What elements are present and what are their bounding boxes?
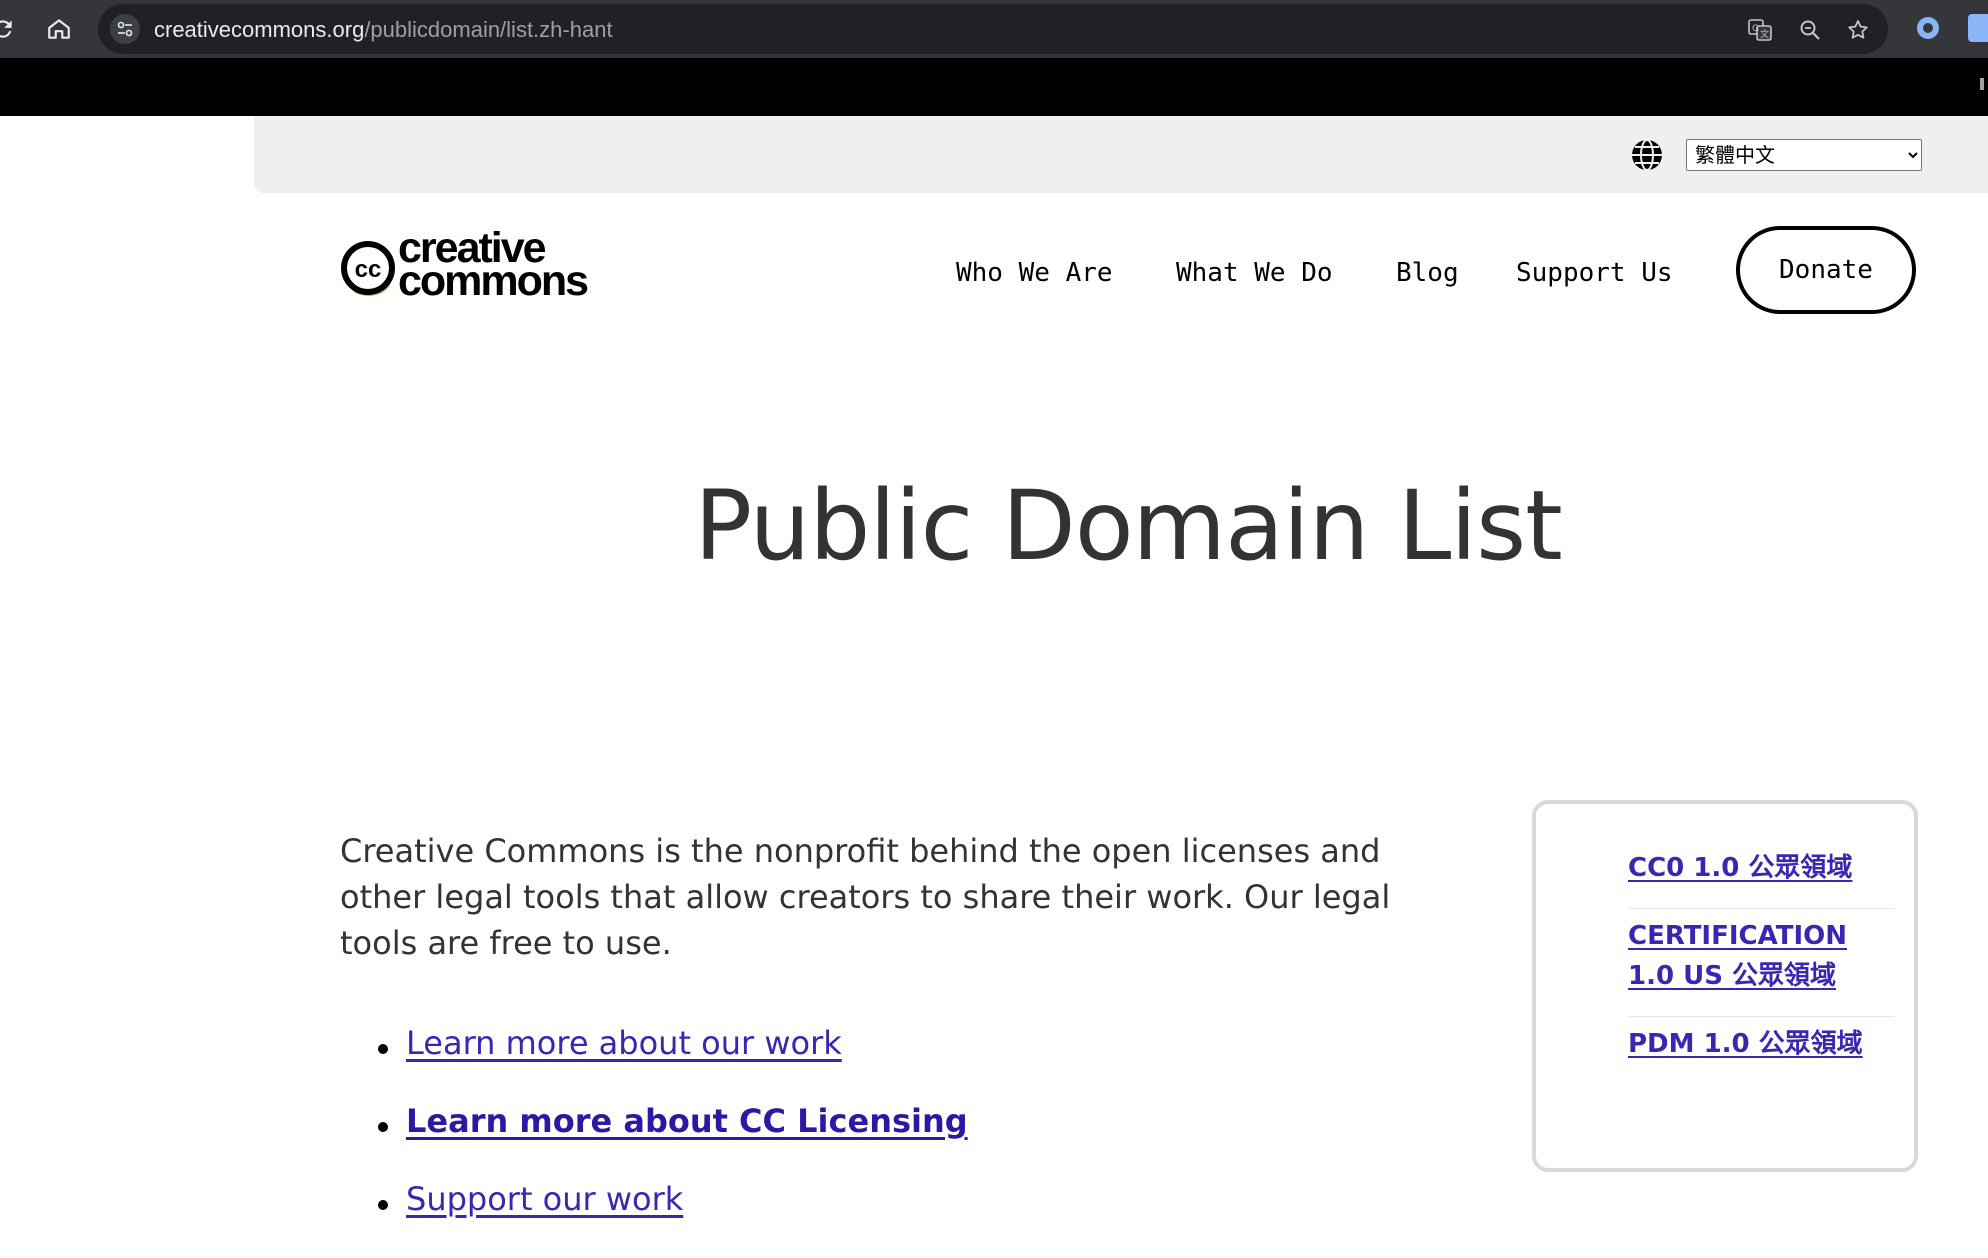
zoom-icon[interactable] bbox=[1796, 16, 1824, 44]
card-divider bbox=[1628, 1016, 1894, 1017]
site-info-icon[interactable] bbox=[110, 14, 140, 44]
logo-line-commons: commons bbox=[398, 257, 589, 305]
extension-icon-partial[interactable] bbox=[1968, 14, 1988, 42]
logo-badge-text: cc bbox=[355, 256, 382, 283]
language-select[interactable]: 繁體中文 bbox=[1686, 139, 1922, 171]
list-item: Learn more about our work bbox=[340, 1024, 1240, 1102]
logo-wordmark: creative commons bbox=[398, 227, 589, 305]
public-domain-tools-card: CC0 1.0 公眾領域 CERTIFICATION 1.0 US 公眾領域 P… bbox=[1532, 800, 1918, 1172]
address-bar[interactable]: creativecommons.org/publicdomain/list.zh… bbox=[98, 4, 1888, 54]
card-item-certification: CERTIFICATION 1.0 US 公眾領域 bbox=[1628, 916, 1898, 996]
browser-toolbar: creativecommons.org/publicdomain/list.zh… bbox=[0, 0, 1988, 58]
intro-links: Learn more about our work Learn more abo… bbox=[340, 1024, 1240, 1258]
donate-button[interactable]: Donate bbox=[1736, 226, 1916, 314]
support-work-link[interactable]: Support our work bbox=[406, 1180, 683, 1218]
creative-commons-logo[interactable]: cc creative commons bbox=[340, 227, 600, 305]
svg-text:G: G bbox=[1752, 24, 1759, 34]
url-host: creativecommons.org bbox=[154, 17, 365, 42]
list-item: Support our work bbox=[340, 1180, 1240, 1258]
url-path: /publicdomain/list.zh-hant bbox=[364, 17, 613, 42]
nav-support-us[interactable]: Support Us bbox=[1516, 258, 1673, 288]
list-item: Learn more about CC Licensing bbox=[340, 1102, 1240, 1180]
strip-mark bbox=[1980, 78, 1984, 90]
certification-link[interactable]: CERTIFICATION 1.0 US 公眾領域 bbox=[1628, 921, 1847, 991]
nav-blog[interactable]: Blog bbox=[1396, 258, 1459, 288]
bookmarks-strip bbox=[0, 58, 1988, 116]
language-bar: 繁體中文 bbox=[254, 116, 1988, 193]
learn-more-work-link[interactable]: Learn more about our work bbox=[406, 1024, 842, 1062]
globe-icon bbox=[1630, 138, 1664, 172]
learn-more-licensing-link[interactable]: Learn more about CC Licensing bbox=[406, 1102, 968, 1140]
card-item-cc0: CC0 1.0 公眾領域 bbox=[1628, 848, 1898, 888]
card-item-pdm: PDM 1.0 公眾領域 bbox=[1628, 1024, 1898, 1064]
reload-icon[interactable] bbox=[0, 14, 18, 44]
bookmark-star-icon[interactable] bbox=[1844, 16, 1872, 44]
pdm-link[interactable]: PDM 1.0 公眾領域 bbox=[1628, 1029, 1863, 1059]
nav-who-we-are[interactable]: Who We Are bbox=[956, 258, 1113, 288]
url-text[interactable]: creativecommons.org/publicdomain/list.zh… bbox=[154, 17, 613, 43]
svg-text:文: 文 bbox=[1760, 28, 1769, 40]
cc-badge-icon: cc bbox=[341, 241, 395, 296]
cc0-link[interactable]: CC0 1.0 公眾領域 bbox=[1628, 853, 1852, 883]
nav-what-we-do[interactable]: What We Do bbox=[1176, 258, 1333, 288]
translate-icon[interactable]: G 文 bbox=[1746, 16, 1774, 44]
home-icon[interactable] bbox=[44, 14, 74, 44]
extension-icon[interactable] bbox=[1914, 14, 1942, 42]
card-divider bbox=[1628, 908, 1894, 909]
intro-paragraph: Creative Commons is the nonprofit behind… bbox=[340, 832, 1391, 962]
page-title: Public Domain List bbox=[694, 470, 1562, 582]
